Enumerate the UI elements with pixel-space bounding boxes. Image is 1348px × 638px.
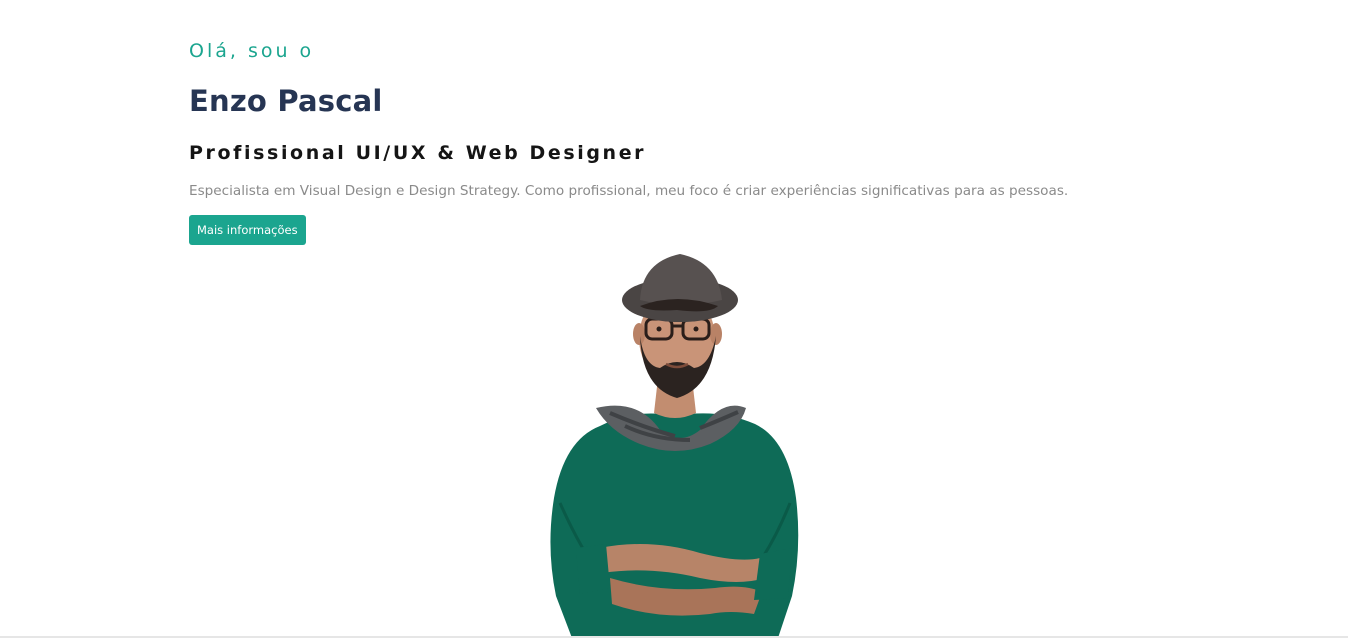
page-title: Enzo Pascal	[189, 84, 383, 118]
role-subtitle: Profissional UI/UX & Web Designer	[189, 142, 647, 164]
description-text: Especialista em Visual Design e Design S…	[189, 183, 1069, 199]
hero-section: Olá, sou o Enzo Pascal Profissional UI/U…	[0, 0, 1348, 638]
greeting-text: Olá, sou o	[189, 40, 315, 62]
more-info-button[interactable]: Mais informações	[189, 215, 306, 245]
person-portrait-icon	[550, 254, 799, 638]
portrait-image	[540, 248, 810, 638]
